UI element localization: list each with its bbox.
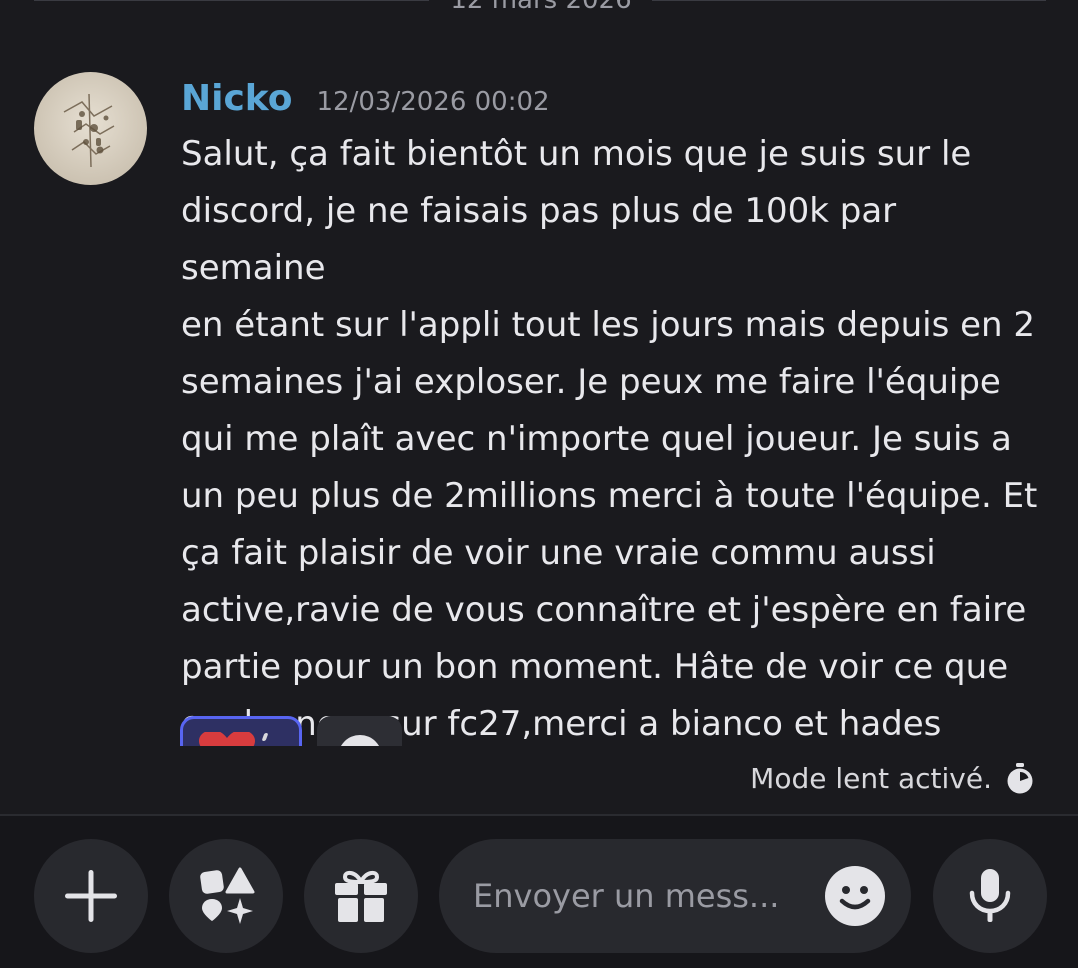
username[interactable]: Nicko: [181, 78, 293, 119]
slow-mode-notice: Mode lent activé.: [750, 762, 1034, 795]
gift-icon: [335, 870, 387, 922]
voice-message-button[interactable]: [933, 839, 1047, 953]
message-line: Salut, ça fait bientôt un mois que je su…: [181, 134, 972, 174]
emoji-icon: [340, 735, 380, 746]
message-header: Nicko 12/03/2026 00:02: [181, 78, 550, 124]
avatar[interactable]: [34, 72, 147, 185]
date-divider: 12 mars 2026: [0, 0, 1078, 15]
emoji-button[interactable]: [824, 865, 886, 927]
plus-icon: [65, 870, 117, 922]
reaction-heart[interactable]: [180, 716, 302, 746]
stopwatch-icon: [1007, 762, 1033, 793]
message-line: semaines j'ai exploser. Je peux me faire…: [181, 362, 1001, 402]
message-line: discord, je ne faisais pas plus de 100k …: [181, 191, 897, 288]
slow-mode-label: Mode lent activé.: [750, 762, 992, 795]
avatar-image: [34, 72, 147, 185]
add-attachment-button[interactable]: [34, 839, 148, 953]
message-line: ça fait plaisir de voir une vraie commu …: [181, 533, 936, 573]
apps-button[interactable]: [169, 839, 283, 953]
message-line: un peu plus de 2millions merci à toute l…: [181, 476, 1038, 516]
microphone-icon: [969, 869, 1011, 922]
gift-button[interactable]: [304, 839, 418, 953]
divider-line-left: [34, 0, 429, 1]
reaction-count-fragment: [261, 733, 269, 741]
message-line: active,ravie de vous connaître et j'espè…: [181, 590, 1027, 630]
message-content: Salut, ça fait bientôt un mois que je su…: [181, 126, 1051, 753]
divider-line-right: [652, 0, 1046, 1]
apps-icon: [200, 867, 255, 924]
message-input-container[interactable]: [439, 839, 911, 953]
message-input[interactable]: [473, 869, 803, 923]
message-line: qui me plaît avec n'importe quel joueur.…: [181, 419, 1012, 459]
reactions-row: [180, 716, 440, 746]
timestamp: 12/03/2026 00:02: [316, 87, 550, 117]
smiley-icon: [825, 866, 885, 926]
reaction-emoji[interactable]: [317, 716, 402, 746]
heart-icon: [199, 732, 255, 746]
message-line: en étant sur l'appli tout les jours mais…: [181, 305, 1036, 345]
message-line: partie pour un bon moment. Hâte de voir …: [181, 647, 1009, 687]
date-divider-label: 12 mars 2026: [450, 0, 632, 15]
